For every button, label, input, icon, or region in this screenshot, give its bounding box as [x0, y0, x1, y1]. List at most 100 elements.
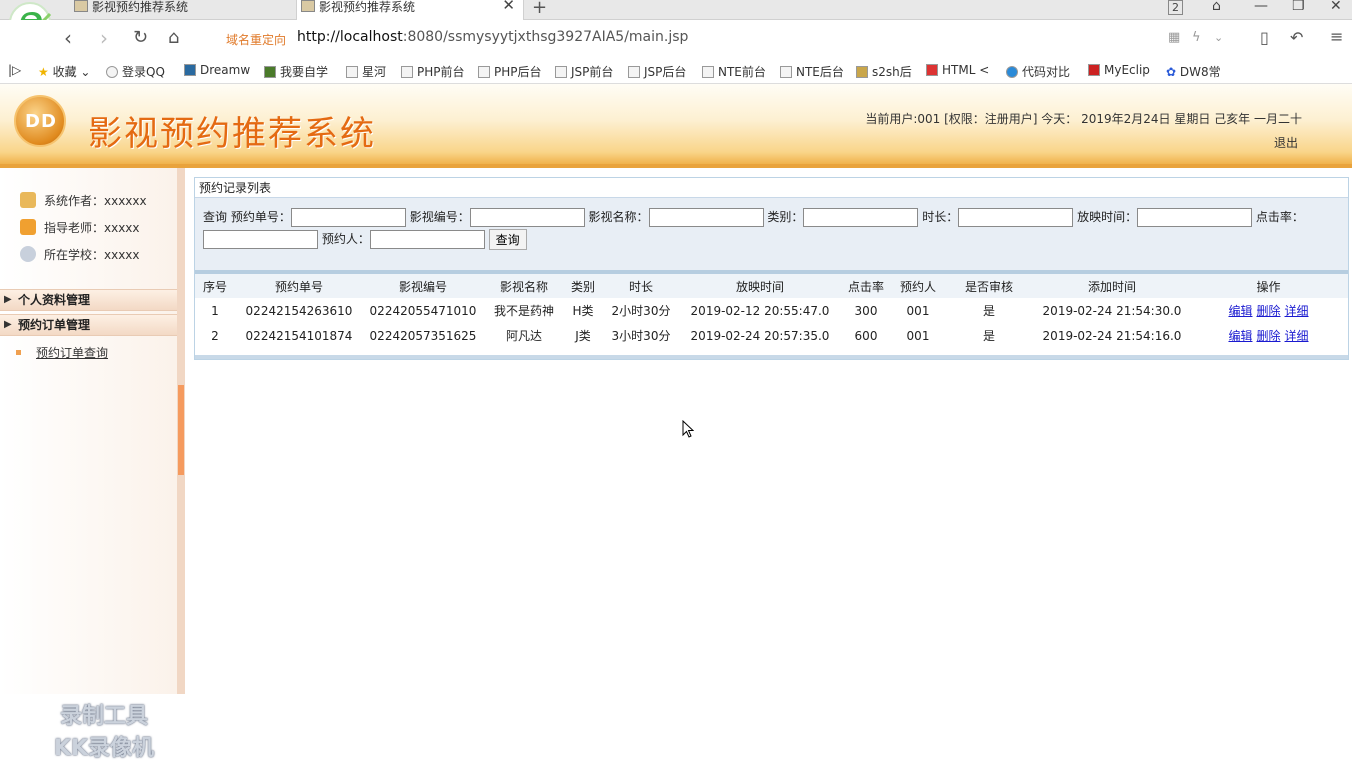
bookmark-label: Dreamw [200, 63, 251, 77]
delete-link[interactable]: 删除 [1256, 304, 1280, 318]
bookmark-label: JSP前台 [571, 65, 614, 79]
page-icon [780, 66, 792, 78]
field-label: 放映时间： [1077, 210, 1138, 224]
cell-duration: 2小时30分 [611, 304, 671, 318]
bookmark-item[interactable]: HTML < [926, 63, 989, 77]
cell-actions: 编辑 删除 详细 [1189, 323, 1348, 348]
browser-tab-label: 影视预约推荐系统 [92, 0, 189, 14]
bookmark-item[interactable]: PHP前台 [401, 63, 465, 80]
menu-icon[interactable]: ≡ [1330, 27, 1343, 46]
menu-profile[interactable]: ▶ 个人资料管理 [0, 289, 177, 311]
bookmark-item[interactable]: 登录QQ [106, 63, 165, 80]
lightning-icon[interactable]: ϟ [1192, 30, 1201, 45]
sidebar-item-order-query[interactable]: 预约订单查询 [36, 344, 108, 361]
recorder-watermark: 录制工具 KK录像机 [34, 698, 174, 762]
bookmark-item[interactable]: NTE前台 [702, 63, 766, 80]
sidebar-info-label: 指导老师：xxxxx [44, 221, 140, 235]
cell-category: J类 [575, 329, 591, 343]
sidebar-collapse-handle[interactable] [178, 385, 184, 475]
bookmark-item[interactable]: ★ 收藏 ⌄ [38, 63, 90, 80]
clicks-input[interactable] [203, 230, 318, 249]
column-header: 添加时间 [1035, 274, 1189, 298]
bookmark-item[interactable]: s2sh后 [856, 63, 912, 80]
detail-link[interactable]: 详细 [1285, 304, 1309, 318]
page-icon [301, 0, 315, 12]
cell-no: 2 [211, 328, 219, 343]
field-label: 影视编号： [409, 210, 470, 224]
bookmark-item[interactable]: PHP后台 [478, 63, 542, 80]
teacher-icon [20, 219, 36, 235]
sidebar-toggle-icon[interactable]: |▷ [8, 63, 21, 77]
bookmark-page-icon[interactable]: ▯ [1260, 28, 1269, 47]
field-label: 预约人： [321, 232, 370, 246]
edit-link[interactable]: 编辑 [1228, 304, 1252, 318]
column-header: 时长 [601, 274, 681, 298]
logout-link[interactable]: 退出 [1274, 134, 1298, 151]
column-header: 点击率 [839, 274, 893, 298]
cell-show-time: 2019-02-24 20:57:35.0 [690, 328, 830, 343]
restore-icon[interactable]: ❐ [1292, 0, 1305, 14]
bookmark-label: 登录QQ [122, 65, 165, 79]
film-no-input[interactable] [469, 208, 585, 227]
browser-tab-1[interactable]: 影视预约推荐系统 [70, 0, 296, 20]
browser-tab-2[interactable]: 影视预约推荐系统 ✕ [296, 0, 524, 21]
page-icon [74, 0, 88, 12]
bookmark-item[interactable]: JSP前台 [555, 63, 613, 80]
show-time-input[interactable] [1137, 208, 1253, 227]
user-info: 当前用户:001 [权限：注册用户] 今天： 2019年2月24日 星期日 己亥… [865, 112, 1302, 126]
bookmark-item[interactable]: 代码对比 [1006, 63, 1070, 80]
order-no-input[interactable] [290, 208, 406, 227]
bookmark-label: 收藏 [52, 65, 77, 79]
bookmark-item[interactable]: Dreamw [184, 63, 250, 77]
url-path: :8080/ssmysyytjxthsg3927AIA5/main.jsp [402, 29, 689, 45]
column-header: 预约单号 [235, 274, 363, 298]
bookmark-label: PHP后台 [494, 65, 542, 79]
window-close-icon[interactable]: ✕ [1330, 0, 1342, 14]
forward-icon[interactable]: › [100, 26, 108, 50]
bookmark-item[interactable]: MyEclip [1088, 63, 1150, 77]
film-name-input[interactable] [648, 208, 764, 227]
duration-input[interactable] [958, 208, 1074, 227]
menu-orders[interactable]: ▶ 预约订单管理 [0, 314, 177, 336]
cell-user: 001 [906, 303, 930, 318]
tab-count-badge[interactable]: 2 [1168, 0, 1183, 15]
menu-label: 预约订单管理 [18, 318, 91, 332]
category-input[interactable] [803, 208, 919, 227]
bookmark-item[interactable]: NTE后台 [780, 63, 844, 80]
minimize-icon[interactable]: — [1254, 0, 1268, 14]
column-header: 操作 [1189, 274, 1348, 298]
undo-icon[interactable]: ↶ [1290, 28, 1303, 47]
back-icon[interactable]: ‹ [64, 26, 72, 50]
bookmark-item[interactable]: 我要自学 [264, 63, 328, 80]
field-label: 时长： [922, 210, 959, 224]
reserver-input[interactable] [369, 230, 485, 249]
grid-icon[interactable]: ▦ [1168, 30, 1180, 45]
field-label: 点击率： [1255, 210, 1304, 224]
edit-link[interactable]: 编辑 [1228, 329, 1252, 343]
field-label: 预约单号： [230, 210, 291, 224]
redirect-label: 域名重定向 [226, 33, 287, 47]
url-field[interactable]: http://localhost:8080/ssmysyytjxthsg3927… [297, 29, 688, 45]
close-icon[interactable]: ✕ [502, 0, 515, 13]
menu-label: 个人资料管理 [18, 293, 91, 307]
bookmark-favicon-icon [184, 64, 196, 76]
sidebar-info-author: 系统作者：xxxxxx [20, 192, 147, 209]
delete-link[interactable]: 删除 [1256, 329, 1280, 343]
shirt-icon[interactable]: ⌂ [1212, 0, 1221, 14]
search-button[interactable]: 查询 [488, 229, 527, 250]
bookmark-favicon-icon [926, 64, 938, 76]
caret-right-icon: ▶ [4, 294, 12, 305]
address-bar: ‹ › ↻ ⌂ 域名重定向 http://localhost:8080/ssmy… [0, 20, 1352, 58]
new-tab-button[interactable]: + [532, 0, 547, 18]
site-header: DD 影视预约推荐系统 当前用户:001 [权限：注册用户] 今天： 2019年… [0, 84, 1352, 168]
home-icon[interactable]: ⌂ [168, 27, 179, 48]
detail-link[interactable]: 详细 [1285, 329, 1309, 343]
cell-film-name: 阿凡达 [505, 329, 542, 343]
refresh-icon[interactable]: ↻ [133, 27, 148, 48]
chevron-down-icon[interactable]: ⌄ [1214, 31, 1223, 44]
field-label: 影视名称： [588, 210, 649, 224]
bookmark-item[interactable]: 星河 [346, 63, 386, 80]
bookmark-item[interactable]: ✿ DW8常 [1166, 63, 1221, 80]
bookmark-item[interactable]: JSP后台 [628, 63, 686, 80]
bookmark-favicon-icon [1088, 64, 1100, 76]
